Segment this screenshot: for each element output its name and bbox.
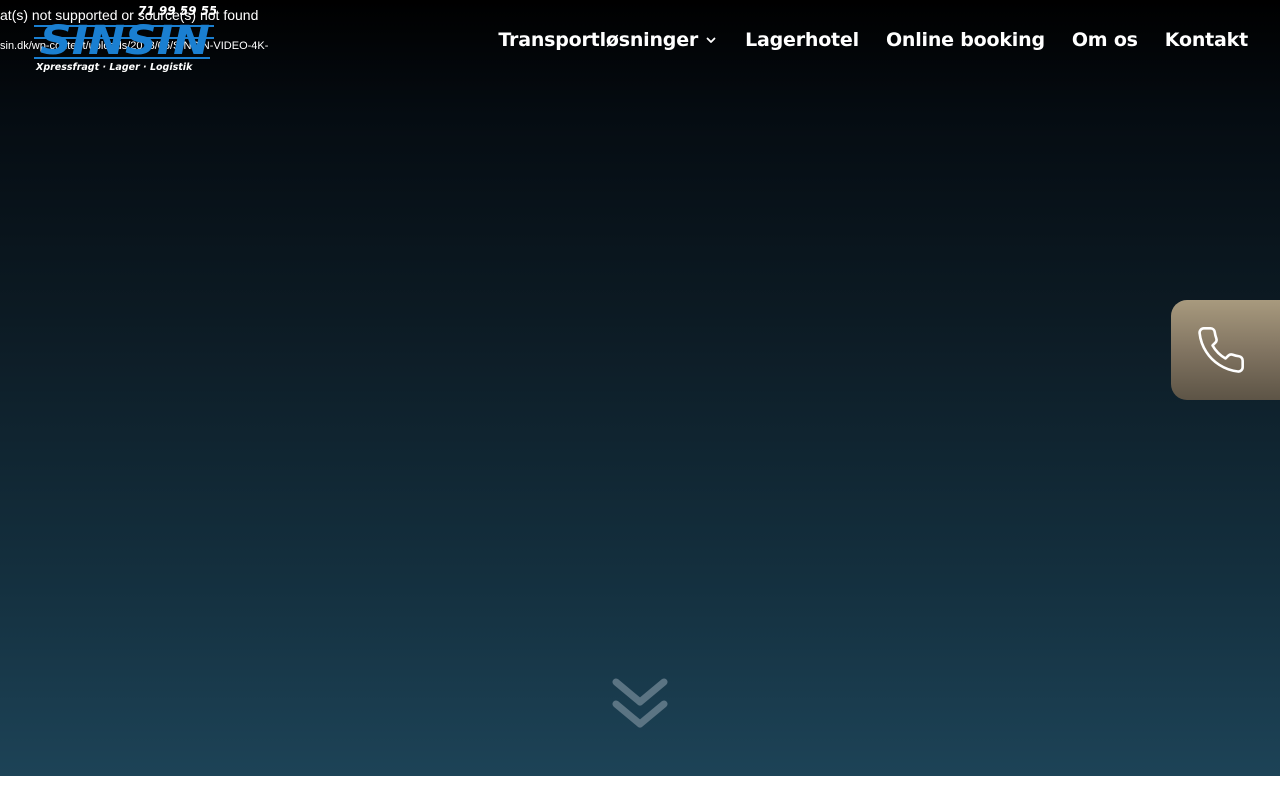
logo-speed-line — [34, 37, 214, 39]
nav-item-lagerhotel[interactable]: Lagerhotel — [745, 29, 859, 51]
nav-item-label: Lagerhotel — [745, 29, 859, 51]
nav-item-om-os[interactable]: Om os — [1072, 29, 1138, 51]
main-navigation: Transportløsninger Lagerhotel Online boo… — [498, 22, 1248, 58]
chevron-down-icon — [706, 37, 716, 43]
double-chevron-down-icon — [612, 678, 668, 728]
phone-icon — [1198, 327, 1244, 373]
nav-item-kontakt[interactable]: Kontakt — [1165, 29, 1248, 51]
nav-item-online-booking[interactable]: Online booking — [886, 29, 1045, 51]
logo-speed-line — [34, 57, 210, 59]
logo-phone-number: 71 99 59 55 — [138, 4, 216, 18]
nav-item-label: Kontakt — [1164, 29, 1248, 51]
site-logo[interactable]: 71 99 59 55 SINSIN Xpressfragt · Lager ·… — [34, 2, 216, 74]
scroll-down-button[interactable] — [611, 676, 669, 734]
logo-graphic: 71 99 59 55 SINSIN Xpressfragt · Lager ·… — [34, 4, 216, 73]
logo-tagline: Xpressfragt · Lager · Logistik — [35, 62, 193, 73]
nav-item-label: Online booking — [885, 29, 1045, 51]
hero-section: at(s) not supported or source(s) not fou… — [0, 0, 1280, 776]
nav-item-label: Om os — [1071, 29, 1138, 51]
call-button[interactable] — [1171, 300, 1280, 400]
nav-item-label: Transportløsninger — [498, 29, 699, 51]
logo-speed-line — [34, 25, 214, 27]
nav-item-transportlosninger[interactable]: Transportløsninger — [498, 29, 718, 51]
